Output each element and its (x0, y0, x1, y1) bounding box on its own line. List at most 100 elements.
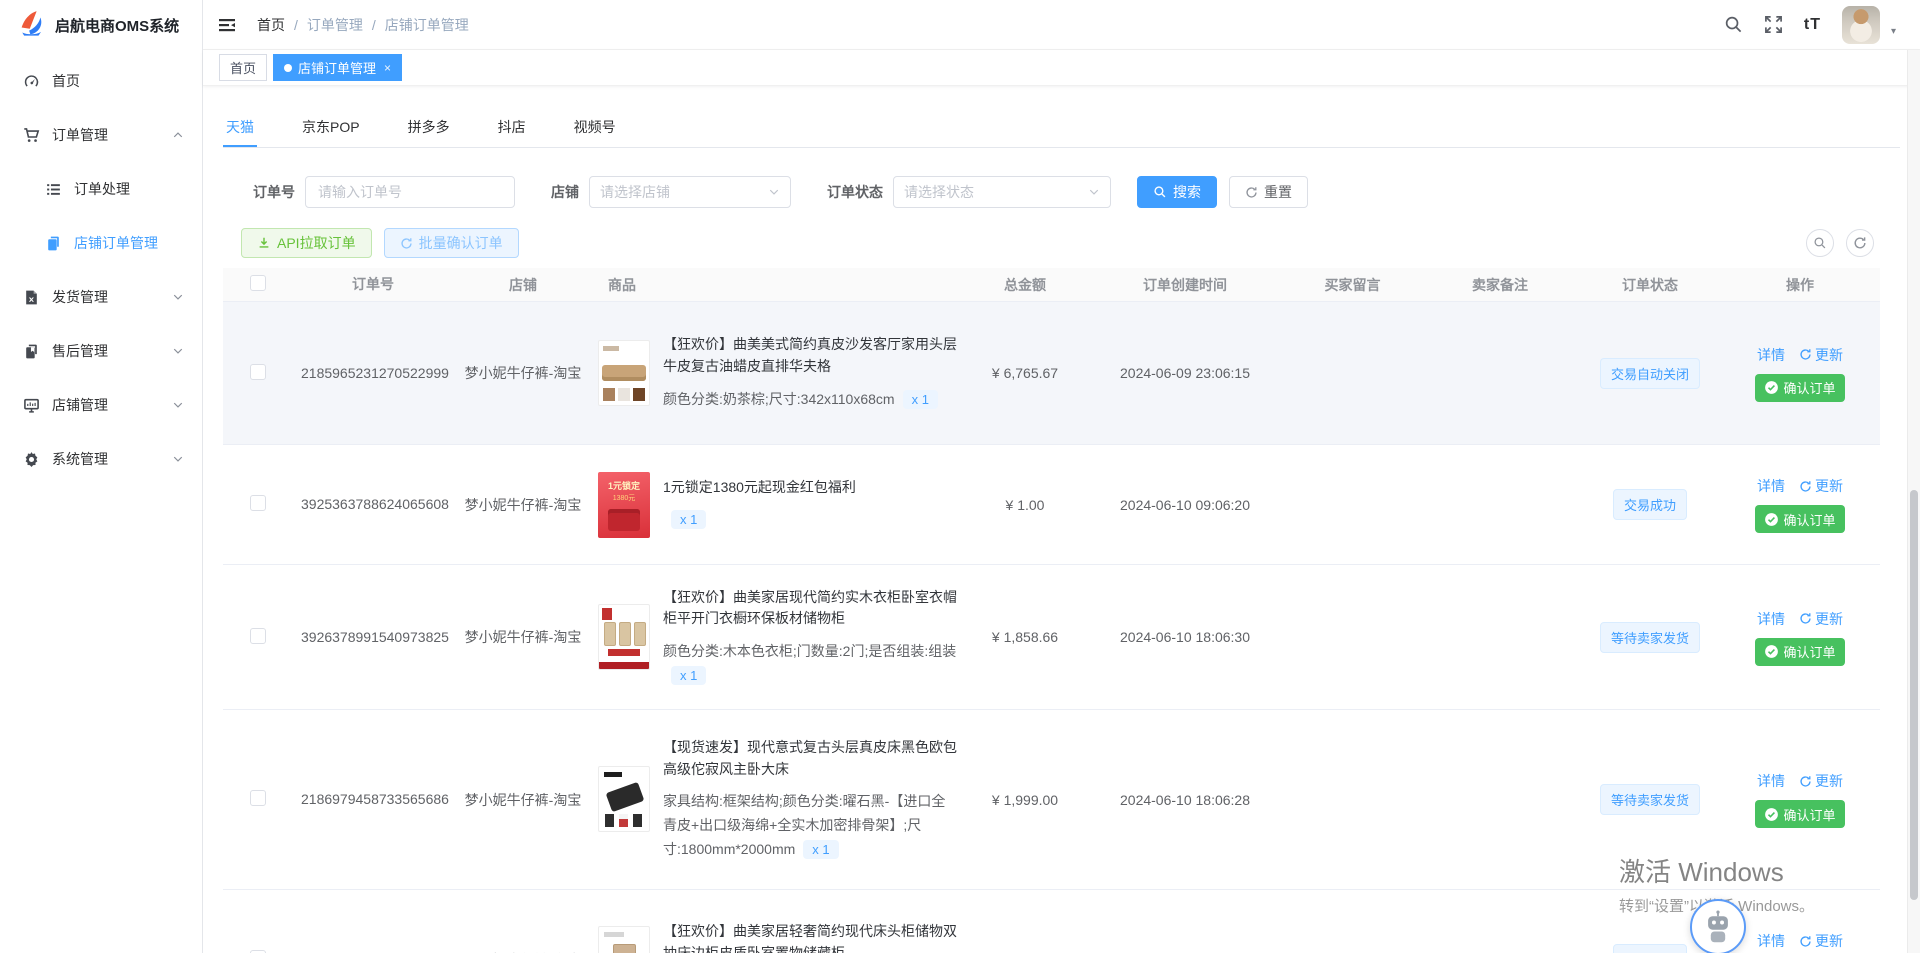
sidebar-item-shop-order-management[interactable]: 店铺订单管理 (0, 216, 202, 270)
seller-note (1420, 794, 1580, 806)
sidebar-item-system-management[interactable]: 系统管理 (0, 432, 202, 486)
confirm-order-button[interactable]: 确认订单 (1755, 505, 1844, 533)
sidebar-item-order-management[interactable]: 订单管理 (0, 108, 202, 162)
tag-首页[interactable]: 首页 (219, 54, 267, 81)
sidebar-item-home[interactable]: 首页 (0, 54, 202, 108)
detail-link[interactable]: 详情 (1757, 609, 1785, 629)
sidebar-item-aftersale-management[interactable]: 售后管理 (0, 324, 202, 378)
order-no-input[interactable] (305, 176, 515, 208)
order-number: 2186979458733565686 (293, 780, 453, 819)
row-checkbox[interactable] (250, 790, 266, 806)
fullscreen-icon[interactable] (1764, 15, 1783, 34)
font-size-icon[interactable]: tT (1804, 16, 1821, 34)
row-checkbox[interactable] (250, 628, 266, 644)
column-header: 店铺 (453, 275, 593, 295)
platform-tabs: 天猫 京东POP 拼多多 抖店 视频号 (223, 108, 1900, 148)
select-all-checkbox[interactable] (250, 275, 266, 291)
confirm-order-button[interactable]: 确认订单 (1755, 800, 1844, 828)
toolbar: API拉取订单 批量确认订单 (223, 228, 1900, 258)
platform-tab-京东POP[interactable]: 京东POP (299, 108, 363, 147)
seller-note (1420, 631, 1580, 643)
product-title: 1元锁定1380元起现金红包福利 (663, 477, 957, 499)
table-row: 2185965231270522999 梦小妮牛仔裤-淘宝 【狂欢价】曲美美式简… (223, 302, 1880, 445)
tag-label: 店铺订单管理 (298, 58, 376, 77)
table-search-icon[interactable] (1806, 229, 1834, 257)
sidebar-item-shipping-management[interactable]: 发货管理 (0, 270, 202, 324)
batch-confirm-orders-button[interactable]: 批量确认订单 (384, 228, 519, 258)
main-area: 首页 / 订单管理 / 店铺订单管理 tT (203, 0, 1920, 953)
seller-note (1420, 367, 1580, 379)
breadcrumb-current: 店铺订单管理 (385, 15, 469, 35)
update-link[interactable]: 更新 (1799, 931, 1843, 951)
api-pull-orders-button[interactable]: API拉取订单 (241, 228, 372, 258)
chevron-down-icon (768, 186, 780, 198)
app-title: 启航电商OMS系统 (55, 15, 179, 36)
breadcrumb-order-management[interactable]: 订单管理 (307, 15, 363, 35)
collapse-sidebar-icon[interactable] (217, 15, 237, 35)
order-status-select[interactable]: 请选择状态 (893, 176, 1111, 208)
confirm-order-button[interactable]: 确认订单 (1755, 638, 1844, 666)
confirm-order-button[interactable]: 确认订单 (1755, 374, 1844, 402)
status-badge: 交易成功 (1613, 944, 1687, 953)
detail-link[interactable]: 详情 (1757, 771, 1785, 791)
vertical-scrollbar[interactable] (1907, 50, 1920, 953)
sidebar-item-shop-management[interactable]: 店铺管理 (0, 378, 202, 432)
table-refresh-icon[interactable] (1846, 229, 1874, 257)
update-link[interactable]: 更新 (1799, 609, 1843, 629)
tags-bar: 首页 店铺订单管理 × (203, 50, 1920, 86)
row-checkbox[interactable] (250, 364, 266, 380)
search-icon[interactable] (1724, 15, 1743, 34)
tag-店铺订单管理[interactable]: 店铺订单管理 × (273, 54, 402, 81)
breadcrumb-separator: / (294, 17, 298, 33)
avatar[interactable] (1842, 6, 1880, 44)
update-link[interactable]: 更新 (1799, 345, 1843, 365)
close-icon[interactable]: × (384, 61, 391, 75)
gear-icon (22, 450, 40, 468)
detail-link[interactable]: 详情 (1757, 476, 1785, 496)
scrollbar-thumb[interactable] (1910, 490, 1918, 900)
update-link[interactable]: 更新 (1799, 771, 1843, 791)
shop-name: 梦小妮牛仔裤-淘宝 (453, 621, 593, 653)
product-title: 【狂欢价】曲美家居现代简约实木衣柜卧室衣帽柜平开门衣橱环保板材储物柜 (663, 587, 957, 630)
sailboat-logo-icon (16, 10, 46, 40)
breadcrumb-separator: / (372, 17, 376, 33)
detail-link[interactable]: 详情 (1757, 931, 1785, 951)
platform-tab-视频号[interactable]: 视频号 (571, 108, 619, 147)
content-panel: 天猫 京东POP 拼多多 抖店 视频号 订单号 店铺 请选择店铺 订单状态 请选… (203, 86, 1920, 953)
shop-select[interactable]: 请选择店铺 (589, 176, 791, 208)
copy-icon (22, 342, 40, 360)
product-spec: x 1 (663, 508, 957, 532)
cart-icon (22, 126, 40, 144)
shop-name: 梦小妮牛仔裤-淘宝 (453, 357, 593, 389)
column-header: 商品 (593, 275, 965, 295)
product-spec: 颜色分类:奶茶棕;尺寸:342x110x68cmx 1 (663, 388, 957, 412)
row-checkbox[interactable] (250, 495, 266, 511)
reset-button[interactable]: 重置 (1229, 176, 1308, 208)
active-dot (284, 64, 292, 72)
logo: 启航电商OMS系统 (0, 0, 202, 50)
table-row: 3926378991540973825 梦小妮牛仔裤-淘宝 【狂欢价】曲美家居现… (223, 565, 1880, 710)
search-button[interactable]: 搜索 (1137, 176, 1217, 208)
platform-tab-抖店[interactable]: 抖店 (495, 108, 529, 147)
platform-tab-拼多多[interactable]: 拼多多 (405, 108, 453, 147)
order-status-placeholder: 请选择状态 (904, 182, 974, 202)
assistant-robot-button[interactable] (1690, 899, 1746, 953)
breadcrumb-home[interactable]: 首页 (257, 15, 285, 35)
order-amount: ¥ 549.00 (965, 946, 1085, 953)
update-link[interactable]: 更新 (1799, 476, 1843, 496)
avatar-caret-icon[interactable]: ▾ (1891, 26, 1896, 37)
list-icon (44, 180, 62, 198)
sidebar-item-label: 首页 (52, 71, 80, 91)
status-badge: 交易成功 (1613, 489, 1687, 520)
platform-tab-天猫[interactable]: 天猫 (223, 108, 257, 147)
sidebar-item-order-processing[interactable]: 订单处理 (0, 162, 202, 216)
sidebar-item-label: 系统管理 (52, 449, 108, 469)
column-header: 订单创建时间 (1085, 275, 1285, 295)
table-body: 2185965231270522999 梦小妮牛仔裤-淘宝 【狂欢价】曲美美式简… (223, 302, 1880, 953)
chevron-down-icon (172, 399, 184, 411)
copy-document-icon (44, 234, 62, 252)
detail-link[interactable]: 详情 (1757, 345, 1785, 365)
shop-name: 梦小妮牛仔裤-淘宝 (453, 489, 593, 521)
breadcrumb: 首页 / 订单管理 / 店铺订单管理 (257, 15, 469, 35)
product-title: 【狂欢价】曲美美式简约真皮沙发客厅家用头层牛皮复古油蜡皮直排华夫格 (663, 334, 957, 377)
